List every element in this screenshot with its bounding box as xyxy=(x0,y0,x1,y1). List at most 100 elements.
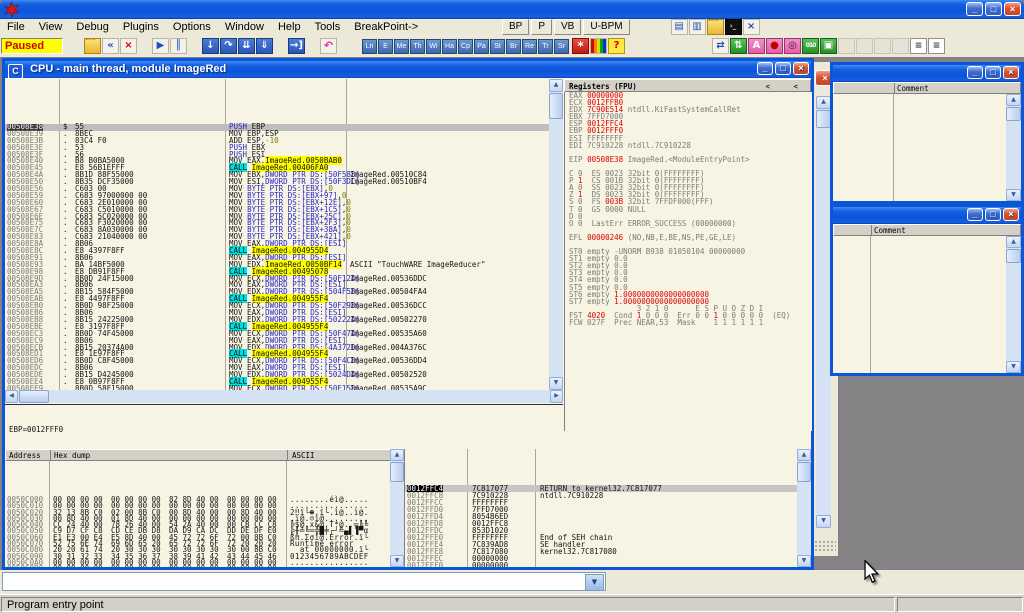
toolbar-close-icon[interactable]: × xyxy=(743,19,760,35)
stack-row[interactable]: 0012FFCCFFFFFFFF xyxy=(405,499,798,506)
toolbar-letter-tr[interactable]: Tr xyxy=(538,39,553,54)
execute-till-return-icon[interactable]: →] xyxy=(288,38,305,54)
menu-item-debug[interactable]: Debug xyxy=(69,21,115,33)
comment-list-area[interactable] xyxy=(833,94,1006,201)
assemble-icon[interactable]: A xyxy=(748,38,765,54)
cpu-window-titlebar[interactable]: C CPU - main thread, module ImageRed _ □… xyxy=(5,61,811,78)
maximize-button[interactable]: □ xyxy=(985,208,1001,221)
toolbar-letter-wi[interactable]: Wi xyxy=(426,39,441,54)
appearance-icon[interactable] xyxy=(590,38,607,54)
toolbar-letter-re[interactable]: Re xyxy=(522,39,537,54)
menu-item-file[interactable]: File xyxy=(0,21,32,33)
disassembly-pane[interactable]: 00508E38$55PUSH EBP00508E39.8BECMOV EBP,… xyxy=(5,79,549,390)
maximize-button[interactable]: □ xyxy=(775,62,791,75)
chevron-down-icon[interactable]: ▼ xyxy=(585,574,604,591)
toolbar-letter-me[interactable]: Me xyxy=(394,39,409,54)
menu-button-vb[interactable]: VB xyxy=(554,19,581,35)
console-icon[interactable]: ›_ xyxy=(725,19,742,35)
minimize-button[interactable]: _ xyxy=(967,208,983,221)
register-line[interactable]: EFL 00000246 (NO,NB,E,BE,NS,PE,GE,LE) xyxy=(565,234,812,241)
notes-list-icon[interactable]: ≡ xyxy=(928,38,945,54)
close-icon[interactable]: × xyxy=(1003,66,1019,79)
toolbar-letter-st[interactable]: St xyxy=(490,39,505,54)
app-titlebar[interactable]: _ □ × xyxy=(0,0,1024,19)
minimize-button[interactable]: _ xyxy=(966,2,983,16)
chevron-left-icon[interactable]: < xyxy=(793,82,798,91)
toolbar-letter-ha[interactable]: Ha xyxy=(442,39,457,54)
stack-row[interactable]: 0012FFE0FFFFFFFFEnd of SEH chain xyxy=(405,534,798,541)
minimize-button[interactable]: _ xyxy=(967,66,983,79)
log-list-icon[interactable]: ≡ xyxy=(910,38,927,54)
disassembly-vscrollbar[interactable]: ▲ ▼ xyxy=(549,79,563,390)
resize-grip[interactable] xyxy=(814,540,836,552)
restart-icon[interactable]: « xyxy=(102,38,119,54)
stack-row[interactable]: 0012FFD48054B6ED xyxy=(405,513,798,520)
stack-row[interactable]: 0012FFE87C817080kernel32.7C817080 xyxy=(405,548,798,555)
disassembly-row[interactable]: 00508E3E.53PUSH EBX xyxy=(5,145,549,152)
binary-icon[interactable]: 010 xyxy=(802,38,819,54)
toolbar-letter-ln[interactable]: Ln xyxy=(362,39,377,54)
notes-icon[interactable]: ▤ xyxy=(671,19,688,35)
open-file-icon[interactable] xyxy=(84,38,101,54)
toolbar-letter-sr[interactable]: Sr xyxy=(554,39,569,54)
info-pane[interactable]: EBP=0012FFF0 xyxy=(5,404,563,449)
register-line[interactable]: T 0 GS 0000 NULL xyxy=(565,206,812,213)
menu-button-bp[interactable]: BP xyxy=(502,19,529,35)
toolbar-letter-pa[interactable]: Pa xyxy=(474,39,489,54)
register-line[interactable]: FCW 027F Prec NEAR,53 Mask 1 1 1 1 1 1 xyxy=(565,319,812,326)
close-program-icon[interactable]: × xyxy=(120,38,137,54)
pause-icon[interactable]: ║ xyxy=(170,38,187,54)
menu-item-help[interactable]: Help xyxy=(271,21,308,33)
menu-button-p[interactable]: P xyxy=(531,19,552,35)
step-into-icon[interactable]: ↓ xyxy=(202,38,219,54)
help-icon[interactable]: ? xyxy=(608,38,625,54)
stack-row[interactable]: 0012FFD07FFD7000 xyxy=(405,506,798,513)
comment-window-2-scrollbar[interactable]: ▲ ▼ xyxy=(1006,236,1021,373)
background-window-scrollbar[interactable]: ▲ ▼ xyxy=(816,96,831,528)
stack-pane[interactable]: 0012FFC47C817077RETURN to kernel32.7C817… xyxy=(404,449,798,567)
toolbar-letter-cp[interactable]: Cp xyxy=(458,39,473,54)
dump-pane[interactable]: 0050C00000 00 00 0000 00 00 0082 8D 40 0… xyxy=(5,461,390,567)
toolbar-letter-br[interactable]: Br xyxy=(506,39,521,54)
dump-row[interactable]: 0050C0B000 00 00 0000 00 00 0000 00 00 0… xyxy=(5,566,390,567)
menu-item-tools[interactable]: Tools xyxy=(308,21,348,33)
stack-row[interactable]: 0012FFF000000000 xyxy=(405,562,798,567)
minimize-button[interactable]: _ xyxy=(757,62,773,75)
stack-row[interactable]: 0012FFEC00000000 xyxy=(405,555,798,562)
stack-row[interactable]: 0012FFD80012FFC8 xyxy=(405,520,798,527)
register-line[interactable]: EDI 7C910228 ntdll.7C910228 xyxy=(565,142,812,149)
animate-into-icon[interactable]: ⇊ xyxy=(238,38,255,54)
menu-item-options[interactable]: Options xyxy=(166,21,218,33)
save-icon[interactable]: ▥ xyxy=(689,19,706,35)
folder-icon[interactable] xyxy=(707,19,724,35)
comment-list-area[interactable] xyxy=(833,236,1006,373)
stack-row[interactable]: 0012FFC87C910228ntdll.7C910228 xyxy=(405,492,798,499)
register-line[interactable]: EIP 00508E38 ImageRed.<ModuleEntryPoint> xyxy=(565,156,812,163)
comment-window-1-titlebar[interactable]: _ □ × xyxy=(833,65,1021,82)
registers-pane[interactable]: EAX 00000000ECX 0012FFB0EDX 7C90E514 ntd… xyxy=(564,92,812,431)
toolbar-letter-th[interactable]: Th xyxy=(410,39,425,54)
disassembly-hscrollbar[interactable]: ◀ ▶ xyxy=(5,390,563,403)
menu-item-breakpoint[interactable]: BreakPoint-> xyxy=(347,21,425,33)
stack-vscrollbar[interactable]: ▲ ▼ xyxy=(797,449,811,567)
step-over-icon[interactable]: ↷ xyxy=(220,38,237,54)
close-button[interactable]: × xyxy=(1004,2,1021,16)
menu-item-view[interactable]: View xyxy=(32,21,70,33)
disassembly-row[interactable]: 00508E3B.83C4 F0ADD ESP,-10 xyxy=(5,138,549,145)
toolbar-letter-e[interactable]: E xyxy=(378,39,393,54)
menu-item-window[interactable]: Window xyxy=(218,21,271,33)
chevron-left-icon[interactable]: < xyxy=(765,82,770,91)
close-icon[interactable]: × xyxy=(1003,208,1019,221)
swap-arrows-icon[interactable]: ⇄ xyxy=(712,38,729,54)
record-icon[interactable]: ● xyxy=(766,38,783,54)
go-to-eip-icon[interactable]: ↶ xyxy=(320,38,337,54)
maximize-button[interactable]: □ xyxy=(985,66,1001,79)
register-line[interactable]: O 0 LastErr ERROR_SUCCESS (00000000) xyxy=(565,220,812,227)
options-icon[interactable]: * xyxy=(572,38,589,54)
menu-item-plugins[interactable]: Plugins xyxy=(116,21,166,33)
comment-window-1-scrollbar[interactable]: ▲ ▼ xyxy=(1006,94,1021,201)
run-icon[interactable]: ▶ xyxy=(152,38,169,54)
spiral-icon[interactable]: ◎ xyxy=(784,38,801,54)
dump-vscrollbar[interactable]: ▲ ▼ xyxy=(390,449,404,567)
restore-button[interactable]: □ xyxy=(985,2,1002,16)
